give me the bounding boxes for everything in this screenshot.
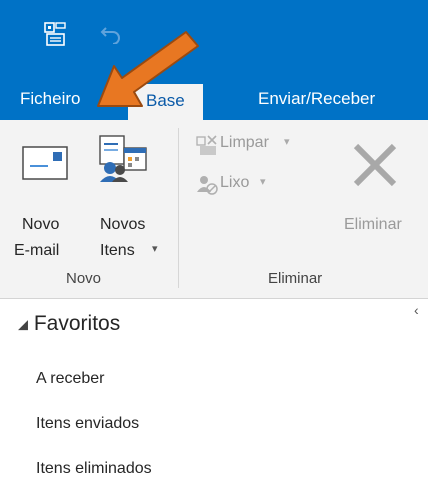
cleanup-icon — [196, 134, 218, 161]
new-email-button[interactable]: Novo E-mail — [10, 130, 80, 262]
delete-x-icon — [350, 142, 400, 193]
annotation-arrow-icon — [97, 31, 199, 107]
triangle-expanded-icon: ◢ — [18, 316, 28, 332]
favorites-label: Favoritos — [33, 312, 121, 335]
junk-label: Lixo — [220, 174, 250, 191]
delete-button[interactable]: Eliminar — [340, 130, 426, 262]
cleanup-label: Limpar — [220, 134, 269, 151]
group-label-delete: Eliminar — [268, 270, 323, 287]
folder-item-sent[interactable]: Itens enviados — [36, 415, 139, 433]
junk-button[interactable]: Lixo ▾ — [196, 172, 326, 198]
group-divider — [178, 128, 179, 288]
delete-label: Eliminar — [344, 216, 402, 233]
junk-icon — [196, 174, 218, 201]
chevron-down-icon: ▾ — [284, 136, 290, 148]
chevron-down-icon: ▾ — [152, 243, 158, 255]
new-items-button[interactable]: Novos Itens ▾ — [86, 130, 166, 262]
new-email-label-2: E-mail — [14, 242, 60, 259]
new-items-label-1: Novos — [100, 216, 146, 233]
favorites-header[interactable]: ◢ Favoritos — [18, 312, 120, 336]
new-email-label-1: Novo — [22, 216, 60, 233]
ribbon: Novo E-mail Novos Itens ▾ Novo Limpar ▾ … — [0, 120, 428, 299]
folder-item-inbox[interactable]: A receber — [36, 370, 104, 388]
new-items-icon — [98, 134, 148, 189]
folder-item-deleted[interactable]: Itens eliminados — [36, 460, 152, 478]
chevron-down-icon: ▾ — [260, 176, 266, 188]
envelope-icon — [22, 146, 68, 185]
collapse-folder-pane-icon[interactable]: ‹ — [414, 302, 419, 318]
new-items-label-2: Itens — [100, 242, 135, 259]
group-label-new: Novo — [66, 270, 102, 287]
cleanup-button[interactable]: Limpar ▾ — [196, 132, 326, 158]
